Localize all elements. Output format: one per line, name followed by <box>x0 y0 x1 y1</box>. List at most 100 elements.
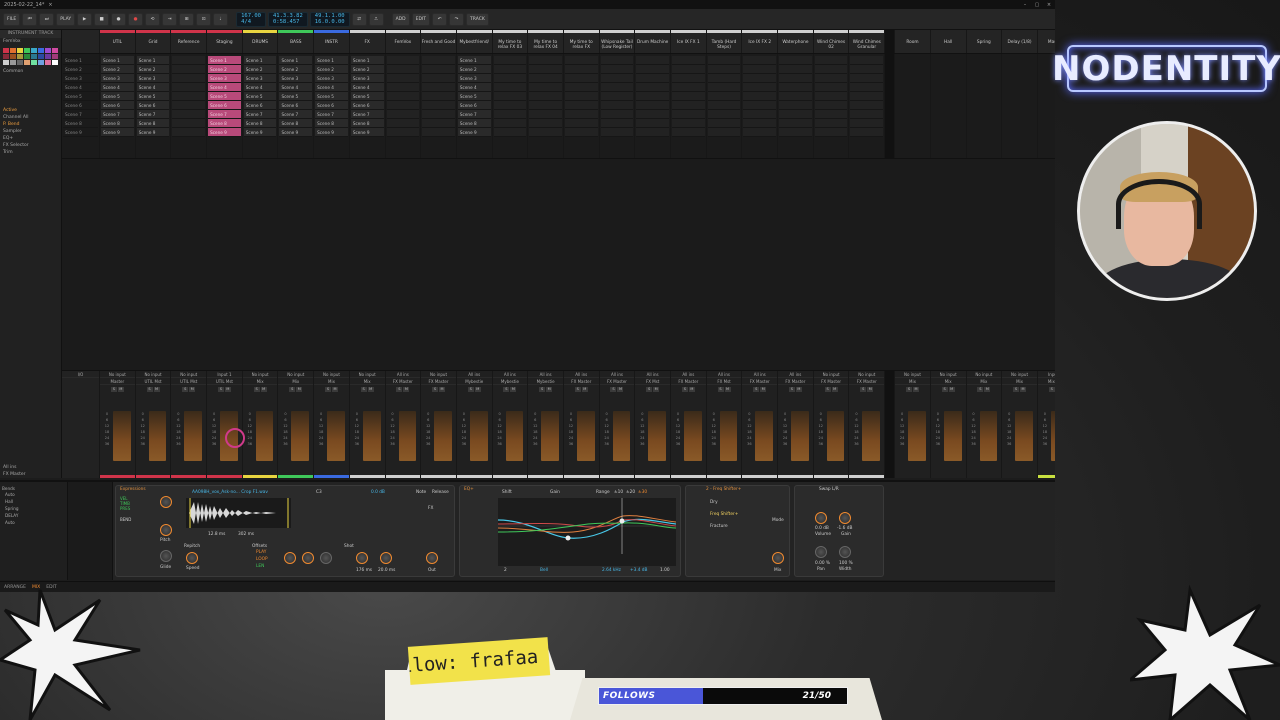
close-tab-icon[interactable]: × <box>48 2 52 8</box>
fxselector-item-2[interactable]: Fracture <box>710 524 728 529</box>
clip-slot[interactable]: Scene 2 <box>279 65 313 74</box>
channel-input[interactable]: No input <box>242 371 278 378</box>
clip-slot[interactable]: Scene 7 <box>243 110 277 119</box>
clip-slot[interactable] <box>672 101 705 110</box>
clip-slot[interactable] <box>779 110 812 119</box>
clip-slot[interactable]: Scene 3 <box>457 74 491 83</box>
clip-slot[interactable]: Scene 7 <box>136 110 170 119</box>
clip-slot[interactable]: Scene 2 <box>243 65 277 74</box>
channel-output[interactable]: Mybestie <box>528 378 563 385</box>
clip-slot[interactable] <box>636 92 669 101</box>
solo-button[interactable]: S <box>324 387 331 392</box>
channel-output[interactable]: FX Mst <box>706 378 742 385</box>
trim-pan[interactable]: 0.00 % <box>815 561 830 566</box>
clip-slot[interactable] <box>386 74 420 83</box>
clip-slot[interactable] <box>814 101 848 110</box>
scene-launch-4[interactable]: Scene 4 <box>63 83 98 92</box>
track-header-3[interactable]: Staging <box>207 30 243 53</box>
clip-slot[interactable]: Scene 6 <box>350 101 384 110</box>
fx-track-header-0[interactable]: Room <box>895 30 931 53</box>
clip-slot[interactable] <box>600 101 634 110</box>
clip-slot[interactable] <box>564 74 598 83</box>
clip-slot[interactable]: Scene 5 <box>208 92 241 101</box>
clip-slot[interactable] <box>422 110 455 119</box>
volume-fader[interactable]: 0 6 12 18 24 36 <box>318 411 345 461</box>
inspector-device-1[interactable]: EQ+ <box>0 135 61 142</box>
clip-slot[interactable] <box>600 56 634 65</box>
clip-slot[interactable] <box>564 101 598 110</box>
play-icon[interactable]: ▶ <box>77 12 93 26</box>
mute-button[interactable]: M <box>948 387 955 392</box>
clip-slot[interactable]: Scene 4 <box>208 83 241 92</box>
clip-slot[interactable] <box>529 74 562 83</box>
trim-width[interactable]: 100 % <box>839 561 853 566</box>
clip-slot[interactable]: Scene 4 <box>101 83 134 92</box>
eq-shift[interactable]: Shift <box>502 490 512 495</box>
track-header-12[interactable]: My time to relax FX 04 <box>528 30 564 53</box>
solo-button[interactable]: S <box>905 387 912 392</box>
sampler-pres[interactable]: PRES <box>120 506 131 511</box>
clip-slot[interactable] <box>636 65 669 74</box>
channel-output[interactable]: FX Master <box>599 378 635 385</box>
solo-button[interactable]: S <box>574 387 581 392</box>
volume-fader[interactable]: 0 6 12 18 24 36 <box>935 411 962 461</box>
track-header-9[interactable]: Fresh and Good <box>421 30 457 53</box>
clip-slot[interactable] <box>386 83 420 92</box>
clip-slot[interactable]: Scene 2 <box>208 65 241 74</box>
pan-knob[interactable] <box>815 546 827 558</box>
volume-fader[interactable]: 0 6 12 18 24 36 <box>425 411 452 461</box>
clip-slot[interactable] <box>636 110 669 119</box>
clip-slot[interactable] <box>564 83 598 92</box>
select-knob[interactable] <box>160 496 172 508</box>
track-header-16[interactable]: Ice IX FX 1 <box>671 30 707 53</box>
clip-slot[interactable] <box>743 65 777 74</box>
clip-slot[interactable] <box>636 128 669 137</box>
clip-slot[interactable] <box>707 83 741 92</box>
clip-slot[interactable] <box>672 74 705 83</box>
clip-slot[interactable] <box>779 92 812 101</box>
channel-input[interactable]: No input <box>813 371 849 378</box>
clip-slot[interactable] <box>636 83 669 92</box>
fxselector-item-0[interactable]: Dry <box>710 500 718 505</box>
channel-output[interactable]: Mix <box>278 378 314 385</box>
clip-slot[interactable] <box>743 110 777 119</box>
volume-fader[interactable]: 0 6 12 18 24 36 <box>853 411 881 461</box>
clip-slot[interactable]: Scene 4 <box>243 83 277 92</box>
inspector-track-name[interactable]: FemVox <box>0 38 61 45</box>
channel-output[interactable]: FX Master <box>385 378 421 385</box>
channel-input[interactable]: No input <box>278 371 314 378</box>
mute-button[interactable]: M <box>189 387 196 392</box>
volume-fader[interactable]: 0 6 12 18 24 36 <box>390 411 417 461</box>
clip-slot[interactable] <box>386 101 420 110</box>
solo-button[interactable]: S <box>539 387 546 392</box>
clip-slot[interactable] <box>850 110 884 119</box>
clip-slot[interactable] <box>707 92 741 101</box>
clip-slot[interactable]: Scene 1 <box>350 56 384 65</box>
punch-icon[interactable]: ⇥ <box>162 12 178 26</box>
inspector-pbend[interactable]: P. Bend <box>0 121 61 128</box>
release-b[interactable]: 20.0 ms <box>378 568 395 573</box>
clip-slot[interactable]: Scene 9 <box>101 128 134 137</box>
clip-slot[interactable]: Scene 6 <box>208 101 241 110</box>
channel-input[interactable]: No input <box>1002 371 1037 378</box>
channel-input[interactable]: No input <box>930 371 966 378</box>
clip-slot[interactable] <box>707 119 741 128</box>
clip-slot[interactable] <box>850 56 884 65</box>
offset-knob-3[interactable] <box>320 552 332 564</box>
clip-slot[interactable] <box>707 74 741 83</box>
clip-slot[interactable] <box>600 74 634 83</box>
clip-slot[interactable]: Scene 3 <box>279 74 313 83</box>
volume-fader[interactable]: 0 6 12 18 24 36 <box>104 411 131 461</box>
clip-slot[interactable]: Scene 6 <box>457 101 491 110</box>
clip-slot[interactable]: Scene 1 <box>136 56 170 65</box>
volume-fader[interactable]: 0 6 12 18 24 36 <box>782 411 809 461</box>
track-header-15[interactable]: Drum Machine <box>635 30 671 53</box>
mute-button[interactable]: M <box>617 387 624 392</box>
channel-output[interactable]: FX Master <box>421 378 456 385</box>
solo-button[interactable]: S <box>753 387 760 392</box>
clip-slot[interactable] <box>600 83 634 92</box>
eq-curve-display[interactable] <box>497 498 677 566</box>
clip-slot[interactable] <box>850 128 884 137</box>
mute-button[interactable]: M <box>224 387 231 392</box>
volume-fader[interactable]: 0 6 12 18 24 36 <box>639 411 666 461</box>
